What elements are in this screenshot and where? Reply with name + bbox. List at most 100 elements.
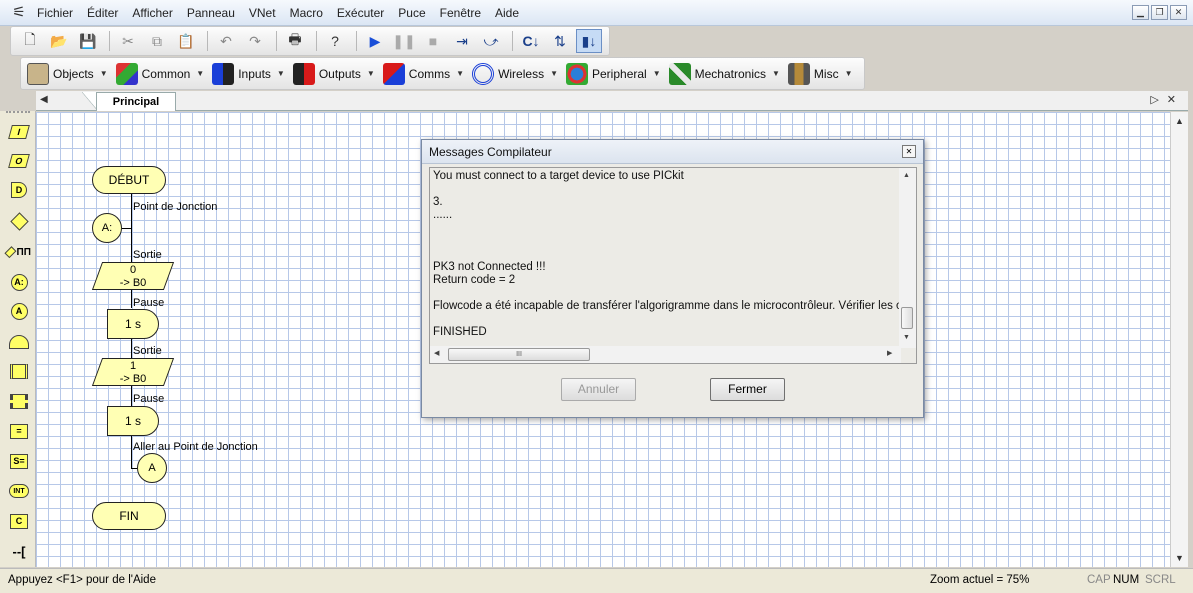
undo-icon[interactable]: ↶ <box>213 29 239 53</box>
comms-icon <box>382 62 405 85</box>
copy-icon[interactable]: ⧉ <box>144 29 170 53</box>
menu-panneau[interactable]: Panneau <box>180 0 242 26</box>
messages-horizontal-scrollbar[interactable]: ◀ III ▶ <box>430 346 901 363</box>
vertical-scroll-thumb[interactable] <box>901 307 913 329</box>
menu-fenetre[interactable]: Fenêtre <box>433 0 488 26</box>
pause1-block[interactable]: 1 s <box>107 309 159 339</box>
stop-icon[interactable]: ■ <box>420 29 446 53</box>
delay-icon[interactable]: D <box>7 179 31 201</box>
new-icon[interactable]: 🗋 <box>17 29 43 53</box>
calculation-icon[interactable]: = <box>7 420 31 442</box>
open-icon[interactable]: 📂 <box>46 29 72 53</box>
run-icon[interactable]: ▶ <box>362 29 388 53</box>
wireless-menu[interactable]: Wireless ▼ <box>472 60 558 88</box>
menu-vnet[interactable]: VNet <box>242 0 283 26</box>
comment-icon[interactable]: --[ <box>7 540 31 562</box>
misc-label: Misc <box>813 66 839 81</box>
end-terminal[interactable]: FIN <box>92 502 166 530</box>
paste-icon[interactable]: 📋 <box>173 29 199 53</box>
peripheral-menu[interactable]: Peripheral ▼ <box>566 60 661 88</box>
output2-target: -> B0 <box>119 373 147 385</box>
close-icon[interactable]: ✕ <box>1170 5 1187 20</box>
scroll-down-icon[interactable]: ▼ <box>903 334 910 341</box>
status-zoom: Zoom actuel = 75% <box>930 574 1030 586</box>
menu-executer[interactable]: Exécuter <box>330 0 391 26</box>
menu-fichier[interactable]: Fichier <box>30 0 80 26</box>
messages-textarea[interactable]: You must connect to a target device to u… <box>429 167 917 364</box>
string-icon[interactable]: S= <box>7 450 31 472</box>
scroll-right-icon[interactable]: ▶ <box>887 349 892 357</box>
chevron-down-icon: ▼ <box>456 69 465 78</box>
goto-label: Aller au Point de Jonction <box>133 441 258 453</box>
print-icon[interactable]: 🖶 <box>282 29 308 53</box>
chevron-down-icon: ▼ <box>772 69 780 78</box>
app-icon[interactable]: ⚟ <box>8 2 30 24</box>
flow-line <box>131 194 132 212</box>
common-menu[interactable]: Common ▼ <box>115 60 204 88</box>
horizontal-scroll-thumb[interactable]: III <box>448 348 590 361</box>
decision-icon[interactable] <box>7 210 31 232</box>
flow-line <box>131 338 132 358</box>
junction-connector[interactable]: A: <box>92 213 122 243</box>
tab-scroll-controls[interactable]: ▷✕ <box>1150 93 1184 106</box>
misc-menu[interactable]: Misc ▼ <box>787 60 853 88</box>
menu-macro[interactable]: Macro <box>283 0 330 26</box>
messages-text: You must connect to a target device to u… <box>433 170 899 338</box>
compile-c-icon[interactable]: C↓ <box>518 29 544 53</box>
status-bar: Appuyez <F1> pour de l'Aide Zoom actuel … <box>0 568 1193 593</box>
goto-icon[interactable]: A <box>7 300 31 322</box>
redo-icon[interactable]: ↷ <box>242 29 268 53</box>
outputs-menu[interactable]: Outputs ▼ <box>292 60 375 88</box>
comms-menu[interactable]: Comms ▼ <box>382 60 465 88</box>
dialog-title-bar[interactable]: Messages Compilateur ✕ <box>422 140 923 164</box>
step-into-icon[interactable]: ⇥ <box>449 29 475 53</box>
chip-icon[interactable]: ▮↓ <box>576 29 602 53</box>
pause-icon[interactable]: ❚❚ <box>391 29 417 53</box>
scroll-up-icon[interactable]: ▲ <box>903 172 910 179</box>
messages-vertical-scrollbar[interactable]: ▲ ▼ <box>899 168 916 348</box>
input-icon[interactable]: I <box>7 121 31 143</box>
tab-principal[interactable]: Principal <box>96 92 176 111</box>
switch-icon[interactable]: ΠΠ <box>4 241 31 263</box>
help-icon[interactable]: ? <box>322 29 348 53</box>
step-over-icon[interactable]: ⤻ <box>478 29 504 53</box>
compile-hex-icon[interactable]: ⇅ <box>547 29 573 53</box>
menu-aide[interactable]: Aide <box>488 0 526 26</box>
tab-scroll-left-icon[interactable]: ◀ <box>40 94 48 105</box>
mechatronics-menu[interactable]: Mechatronics ▼ <box>668 60 780 88</box>
start-terminal[interactable]: DÉBUT <box>92 166 166 194</box>
cancel-button[interactable]: Annuler <box>561 378 636 401</box>
icon-palette: I O D ΠΠ A: A = S= INT C --[ <box>0 111 36 567</box>
goto-connector[interactable]: A <box>137 453 167 483</box>
dialog-close-icon[interactable]: ✕ <box>902 145 916 158</box>
output-icon[interactable]: O <box>7 150 31 172</box>
component-macro-icon[interactable] <box>7 390 31 412</box>
loop-icon[interactable] <box>7 331 31 353</box>
macro-icon[interactable] <box>7 360 31 382</box>
save-icon[interactable]: 💾 <box>75 29 101 53</box>
scroll-up-icon[interactable]: ▲ <box>1175 116 1184 126</box>
components-toolbar: Objects ▼ Common ▼ Inputs ▼ Outputs ▼ Co… <box>20 57 865 90</box>
scroll-left-icon[interactable]: ◀ <box>434 349 439 357</box>
canvas-vertical-scrollbar[interactable]: ▲ ▼ <box>1170 112 1188 567</box>
c-code-icon[interactable]: C <box>7 510 31 532</box>
close-button[interactable]: Fermer <box>710 378 785 401</box>
palette-grip[interactable] <box>6 111 30 113</box>
menu-afficher[interactable]: Afficher <box>125 0 179 26</box>
wireless-icon <box>472 62 495 85</box>
menu-puce[interactable]: Puce <box>391 0 432 26</box>
scroll-down-icon[interactable]: ▼ <box>1175 553 1184 563</box>
minimize-icon[interactable]: ▁ <box>1132 5 1149 20</box>
objects-menu[interactable]: Objects ▼ <box>27 60 108 88</box>
chevron-down-icon: ▼ <box>99 69 108 78</box>
cut-icon[interactable]: ✂ <box>115 29 141 53</box>
pause2-block[interactable]: 1 s <box>107 406 159 436</box>
wireless-label: Wireless <box>498 66 545 81</box>
menu-editer[interactable]: Éditer <box>80 0 125 26</box>
inputs-menu[interactable]: Inputs ▼ <box>212 60 285 88</box>
restore-icon[interactable]: ❐ <box>1151 5 1168 20</box>
junction-icon[interactable]: A: <box>7 271 31 293</box>
interrupt-icon[interactable]: INT <box>7 480 31 502</box>
chevron-down-icon: ▼ <box>844 69 853 78</box>
inputs-icon <box>212 62 235 85</box>
